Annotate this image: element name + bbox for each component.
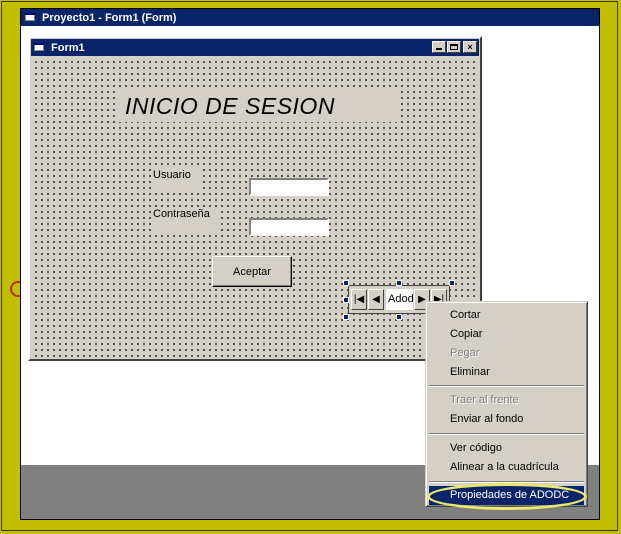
selection-handle[interactable]: [343, 297, 349, 303]
form1-designer[interactable]: Form1 × INICIO DE SESION Usuario Contras…: [28, 36, 482, 361]
form1-titlebar[interactable]: Form1 ×: [31, 39, 479, 56]
selection-handle[interactable]: [396, 280, 402, 286]
form-window-icon: [25, 12, 37, 23]
ide-title: Proyecto1 - Form1 (Form): [42, 11, 177, 24]
accept-button[interactable]: Aceptar: [212, 256, 292, 287]
usuario-label[interactable]: Usuario: [151, 168, 201, 192]
menu-item-alinear[interactable]: Alinear a la cuadrícula: [429, 458, 584, 477]
selection-handle[interactable]: [449, 280, 455, 286]
selection-handle[interactable]: [343, 314, 349, 320]
first-record-icon[interactable]: |◀: [351, 289, 367, 310]
context-menu: Cortar Copiar Pegar Eliminar Traer al fr…: [425, 301, 588, 507]
form1-title: Form1: [51, 41, 85, 54]
titlebar-buttons: ×: [431, 41, 477, 53]
menu-item-enviar-al-fondo[interactable]: Enviar al fondo: [429, 410, 584, 429]
form1-client-area[interactable]: INICIO DE SESION Usuario Contraseña Acep…: [31, 57, 479, 358]
menu-separator: [429, 481, 584, 483]
heading-label[interactable]: INICIO DE SESION: [117, 90, 397, 122]
form-icon: [34, 42, 46, 53]
menu-item-pegar[interactable]: Pegar: [429, 344, 584, 363]
minimize-button[interactable]: [432, 41, 446, 53]
ide-titlebar[interactable]: Proyecto1 - Form1 (Form): [21, 9, 599, 26]
close-button[interactable]: ×: [463, 41, 477, 53]
adodc-caption: Adodc1: [386, 289, 413, 310]
menu-separator: [429, 385, 584, 387]
selection-handle[interactable]: [396, 314, 402, 320]
selection-handle[interactable]: [343, 280, 349, 286]
maximize-button[interactable]: [447, 41, 461, 53]
usuario-textbox[interactable]: [249, 178, 329, 196]
menu-separator: [429, 433, 584, 435]
menu-item-propiedades-adodc[interactable]: Propiedades de ADODC: [429, 486, 584, 505]
contrasena-textbox[interactable]: [249, 218, 329, 236]
contrasena-label[interactable]: Contraseña: [151, 207, 221, 231]
menu-item-copiar[interactable]: Copiar: [429, 325, 584, 344]
menu-item-ver-codigo[interactable]: Ver código: [429, 439, 584, 458]
menu-item-cortar[interactable]: Cortar: [429, 306, 584, 325]
previous-record-icon[interactable]: ◀: [368, 289, 384, 310]
menu-item-eliminar[interactable]: Eliminar: [429, 363, 584, 382]
menu-item-traer-al-frente[interactable]: Traer al frente: [429, 391, 584, 410]
